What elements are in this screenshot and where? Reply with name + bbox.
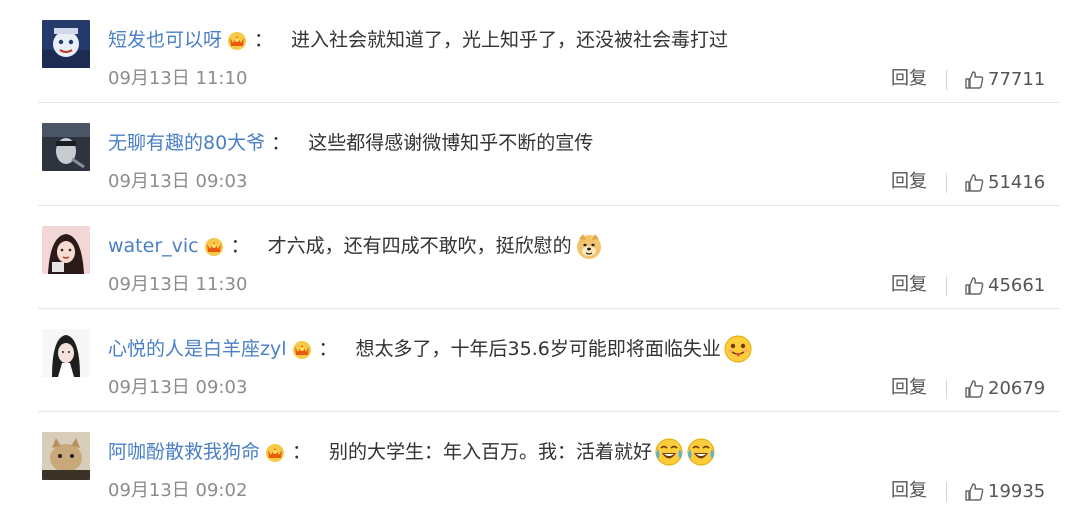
thumbs-up-icon	[965, 71, 984, 89]
comment-separator: ：	[292, 441, 312, 463]
like-button[interactable]: 77711	[963, 66, 1045, 94]
user-avatar-image-icon	[42, 226, 90, 274]
user-avatar-image-icon	[42, 432, 90, 480]
user-avatar-image-icon	[42, 329, 90, 377]
username-link[interactable]: 短发也可以呀	[108, 26, 222, 54]
like-button[interactable]: 51416	[963, 169, 1045, 197]
like-count: 20679	[988, 378, 1046, 399]
crown-badge-icon	[226, 29, 248, 51]
like-button[interactable]: 20679	[963, 375, 1045, 403]
comment-text: 别的大学生：年入百万。我：活着就好	[329, 441, 653, 463]
user-avatar-image-icon	[42, 20, 90, 68]
laugh-cry-emoji-icon	[654, 437, 684, 467]
comment-item: 阿咖酚散救我狗命 ： 别的大学生：年入百万。我：活着就好 09月13日 09:0…	[0, 412, 1080, 515]
timestamp: 09月13日 11:30	[108, 274, 248, 295]
reply-button[interactable]: 回复	[891, 169, 927, 195]
thumbs-up-icon	[965, 174, 984, 192]
like-count: 45661	[988, 275, 1046, 296]
comment-line: 无聊有趣的80大爷 ： 这些都得感谢微博知乎不断的宣传	[108, 129, 593, 157]
avatar[interactable]	[42, 226, 90, 274]
reply-button[interactable]: 回复	[891, 478, 927, 504]
avatar[interactable]	[42, 20, 90, 68]
reply-button[interactable]: 回复	[891, 272, 927, 298]
timestamp: 09月13日 09:03	[108, 377, 248, 398]
username-link[interactable]: 心悦的人是白羊座zyl	[108, 335, 287, 363]
comment-separator: ：	[318, 338, 338, 360]
thumbs-up-icon	[965, 277, 984, 295]
timestamp: 09月13日 09:02	[108, 480, 248, 501]
action-divider	[946, 276, 947, 296]
comment-separator: ：	[271, 132, 291, 154]
avatar[interactable]	[42, 432, 90, 480]
comment-line: water_vic ： 才六成，还有四成不敢吹，挺欣慰的	[108, 232, 604, 260]
like-count: 77711	[988, 69, 1046, 90]
thumbs-up-icon	[965, 380, 984, 398]
crown-badge-icon	[291, 338, 313, 360]
comment-text: 想太多了，十年后35.6岁可能即将面临失业	[355, 338, 721, 360]
action-divider	[946, 482, 947, 502]
comment-separator: ：	[254, 29, 274, 51]
action-divider	[946, 70, 947, 90]
tongue-out-emoji-icon	[723, 334, 753, 364]
laugh-cry-emoji-icon	[686, 437, 716, 467]
comment-text: 进入社会就知道了，光上知乎了，还没被社会毒打过	[291, 29, 729, 51]
comment-text: 这些都得感谢微博知乎不断的宣传	[308, 132, 594, 154]
username-link[interactable]: 无聊有趣的80大爷	[108, 129, 265, 157]
comment-line: 阿咖酚散救我狗命 ： 别的大学生：年入百万。我：活着就好	[108, 438, 716, 466]
avatar[interactable]	[42, 123, 90, 171]
comment-item: 心悦的人是白羊座zyl ： 想太多了，十年后35.6岁可能即将面临失业 09月1…	[0, 309, 1080, 412]
comment-line: 短发也可以呀 ： 进入社会就知道了，光上知乎了，还没被社会毒打过	[108, 26, 728, 54]
like-button[interactable]: 19935	[963, 478, 1045, 506]
comment-list: 短发也可以呀 ： 进入社会就知道了，光上知乎了，还没被社会毒打过 09月13日 …	[0, 0, 1080, 522]
comment-item: 无聊有趣的80大爷 ： 这些都得感谢微博知乎不断的宣传 09月13日 09:03…	[0, 103, 1080, 206]
reply-button[interactable]: 回复	[891, 375, 927, 401]
crown-badge-icon	[203, 235, 225, 257]
thumbs-up-icon	[965, 483, 984, 501]
doge-emoji-icon	[574, 231, 604, 261]
avatar[interactable]	[42, 329, 90, 377]
timestamp: 09月13日 11:10	[108, 68, 248, 89]
crown-badge-icon	[264, 441, 286, 463]
username-link[interactable]: water_vic	[108, 232, 199, 260]
like-button[interactable]: 45661	[963, 272, 1045, 300]
timestamp: 09月13日 09:03	[108, 171, 248, 192]
username-link[interactable]: 阿咖酚散救我狗命	[108, 438, 260, 466]
action-divider	[946, 379, 947, 399]
user-avatar-image-icon	[42, 123, 90, 171]
comment-item: 短发也可以呀 ： 进入社会就知道了，光上知乎了，还没被社会毒打过 09月13日 …	[0, 0, 1080, 103]
action-divider	[946, 173, 947, 193]
comment-item: water_vic ： 才六成，还有四成不敢吹，挺欣慰的 09月13日 11:3…	[0, 206, 1080, 309]
reply-button[interactable]: 回复	[891, 66, 927, 92]
like-count: 51416	[988, 172, 1046, 193]
comment-separator: ：	[230, 235, 250, 257]
comment-line: 心悦的人是白羊座zyl ： 想太多了，十年后35.6岁可能即将面临失业	[108, 335, 753, 363]
like-count: 19935	[988, 481, 1046, 502]
comment-text: 才六成，还有四成不敢吹，挺欣慰的	[267, 235, 572, 257]
